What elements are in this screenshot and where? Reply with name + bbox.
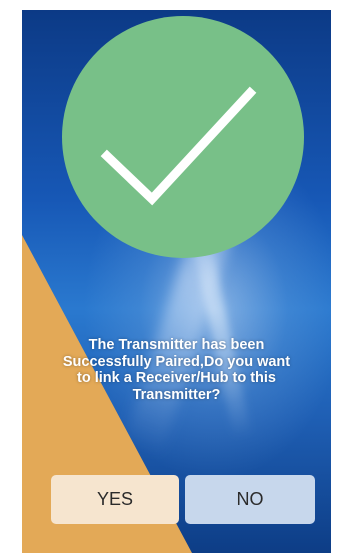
yes-button[interactable]: YES (51, 475, 179, 524)
no-button-label: NO (236, 489, 264, 509)
success-circle (62, 16, 304, 258)
checkmark-icon (100, 86, 257, 206)
pairing-success-screen: The Transmitter has been Successfully Pa… (22, 10, 331, 553)
yes-button-label: YES (96, 489, 134, 509)
no-button[interactable]: NO (185, 475, 315, 524)
pairing-message: The Transmitter has been Successfully Pa… (62, 337, 291, 403)
